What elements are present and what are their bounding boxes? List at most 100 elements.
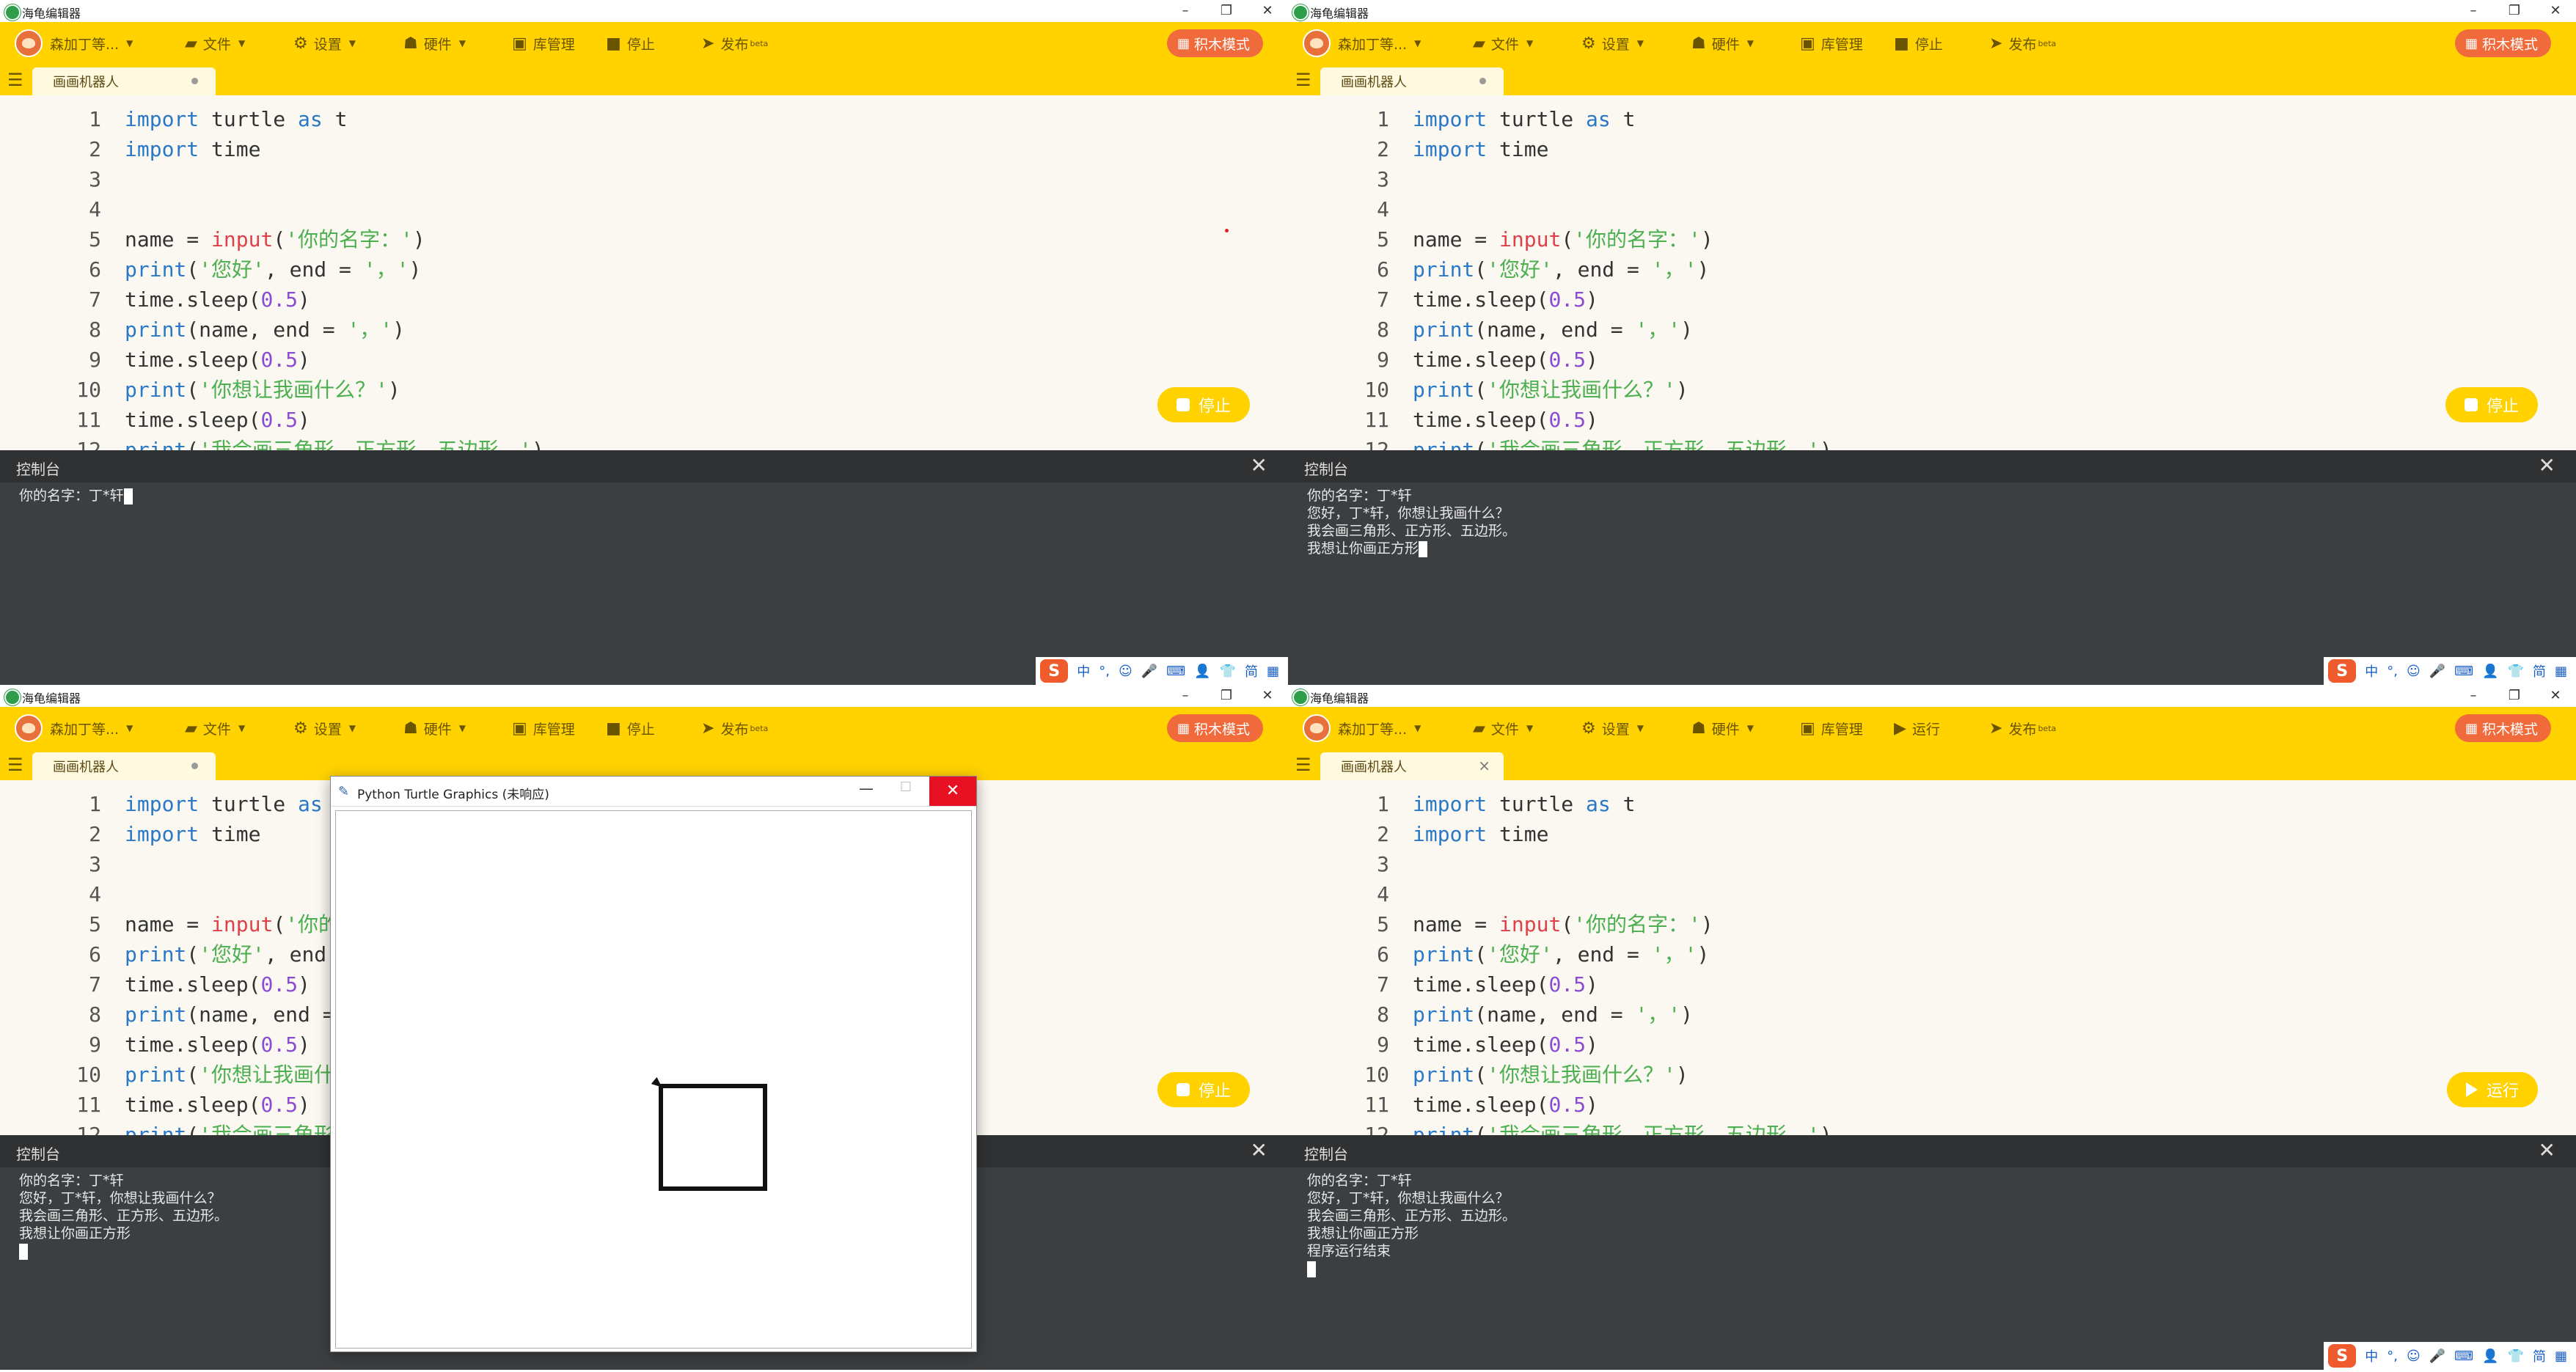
library-button[interactable]: ▣ 库管理 xyxy=(512,22,575,65)
close-window-button[interactable]: ✕ xyxy=(1247,0,1288,22)
settings-menu[interactable]: ⚙ 设置 ▼ xyxy=(293,707,356,749)
ime-item[interactable]: ☺ xyxy=(2407,664,2421,679)
tab-file[interactable]: 画画机器人 xyxy=(32,67,216,95)
tab-file[interactable]: 画画机器人 xyxy=(1320,67,1504,95)
restore-button[interactable]: ❐ xyxy=(1206,685,1247,707)
minimize-button[interactable]: — xyxy=(859,779,874,797)
ime-item[interactable]: 👤 xyxy=(2482,664,2498,679)
close-window-button[interactable]: ✕ xyxy=(929,777,976,806)
menu-icon[interactable]: ☰ xyxy=(7,756,25,774)
ime-item[interactable]: ⌨ xyxy=(2454,1349,2473,1364)
publish-button[interactable]: ➤ 发布 beta xyxy=(1989,22,2056,65)
sogou-logo-icon[interactable]: S xyxy=(1040,659,1069,683)
ime-item[interactable]: ☺ xyxy=(1119,664,1133,679)
floating-run-stop-button[interactable]: 运行 xyxy=(2446,1072,2538,1107)
tab-file[interactable]: 画画机器人 × xyxy=(1320,752,1504,780)
ime-item[interactable]: ⌨ xyxy=(2454,664,2473,679)
library-button[interactable]: ▣ 库管理 xyxy=(512,707,575,749)
restore-button[interactable]: ❐ xyxy=(1206,0,1247,22)
run-stop-button[interactable]: ■ 停止 xyxy=(606,22,655,65)
block-mode-button[interactable]: ▦ 积木模式 xyxy=(2454,714,2551,742)
ime-item[interactable]: 简 xyxy=(2533,661,2546,681)
menu-icon[interactable]: ☰ xyxy=(7,71,25,89)
ime-item[interactable]: 中 xyxy=(2365,1346,2378,1365)
user-menu[interactable]: 森加丁等... ▼ xyxy=(1303,707,1421,749)
ime-item[interactable]: ▦ xyxy=(1267,664,1279,679)
hardware-menu[interactable]: ☗ 硬件 ▼ xyxy=(403,22,466,65)
file-menu[interactable]: ▰ 文件 ▼ xyxy=(185,22,245,65)
minimize-button[interactable]: – xyxy=(1165,0,1206,22)
close-console-icon[interactable]: ✕ xyxy=(1251,453,1267,477)
run-stop-button[interactable]: ■ 停止 xyxy=(1894,22,1943,65)
minimize-button[interactable]: – xyxy=(2453,685,2494,707)
menu-icon[interactable]: ☰ xyxy=(1295,71,1313,89)
ime-item[interactable]: 简 xyxy=(1245,661,1258,681)
code-editor[interactable]: 1 import turtle as t 2 import time 3 4 5 name =… xyxy=(1288,780,2576,1135)
publish-button[interactable]: ➤ 发布 beta xyxy=(701,22,768,65)
file-menu[interactable]: ▰ 文件 ▼ xyxy=(1473,707,1533,749)
ime-item[interactable]: ☺ xyxy=(2407,1349,2421,1364)
block-mode-button[interactable]: ▦ 积木模式 xyxy=(1166,29,1263,57)
hardware-menu[interactable]: ☗ 硬件 ▼ xyxy=(1691,22,1754,65)
code-editor[interactable]: 1 import turtle as t 2 import time 3 4 5 name =… xyxy=(1288,95,2576,450)
console-output[interactable]: 你的名字：丁*轩 xyxy=(0,483,1288,685)
menu-icon[interactable]: ☰ xyxy=(1295,756,1313,774)
sogou-logo-icon[interactable]: S xyxy=(2328,659,2357,683)
library-button[interactable]: ▣ 库管理 xyxy=(1800,22,1863,65)
ime-item[interactable]: ⌨ xyxy=(1166,664,1185,679)
sogou-logo-icon[interactable]: S xyxy=(2328,1344,2357,1368)
publish-button[interactable]: ➤ 发布 beta xyxy=(1989,707,2056,749)
ime-item[interactable]: 🎤 xyxy=(2429,1349,2445,1364)
close-tab-icon[interactable]: × xyxy=(1478,757,1490,774)
tab-file[interactable]: 画画机器人 xyxy=(32,752,216,780)
ime-item[interactable]: 👕 xyxy=(1220,664,1236,679)
settings-menu[interactable]: ⚙ 设置 ▼ xyxy=(1581,707,1644,749)
code-editor[interactable]: 1 import turtle as t 2 import time 3 4 5 name =… xyxy=(0,95,1288,450)
ime-item[interactable]: °, xyxy=(2387,1349,2398,1364)
ime-item[interactable]: 👤 xyxy=(2482,1349,2498,1364)
restore-button[interactable]: ❐ xyxy=(2494,0,2535,22)
run-stop-button[interactable]: ■ 停止 xyxy=(606,707,655,749)
maximize-button[interactable]: ☐ xyxy=(900,779,912,795)
close-console-icon[interactable]: ✕ xyxy=(2539,1138,2555,1162)
user-menu[interactable]: 森加丁等... ▼ xyxy=(15,707,133,749)
console-output[interactable]: 你的名字：丁*轩 您好，丁*轩，你想让我画什么？ 我会画三角形、正方形、五边形。 我想… xyxy=(1288,483,2576,685)
floating-run-stop-button[interactable]: 停止 xyxy=(1157,387,1250,422)
ime-item[interactable]: 中 xyxy=(2365,661,2378,681)
ime-item[interactable]: 中 xyxy=(1077,661,1090,681)
library-button[interactable]: ▣ 库管理 xyxy=(1800,707,1863,749)
ime-item[interactable]: ▦ xyxy=(2555,664,2567,679)
ime-item[interactable]: 👕 xyxy=(2508,664,2524,679)
ime-item[interactable]: 👕 xyxy=(2508,1349,2524,1364)
user-menu[interactable]: 森加丁等... ▼ xyxy=(15,22,133,65)
run-stop-button[interactable]: ▶ 运行 xyxy=(1894,707,1940,749)
publish-button[interactable]: ➤ 发布 beta xyxy=(701,707,768,749)
close-window-button[interactable]: ✕ xyxy=(2535,0,2576,22)
turtle-canvas[interactable] xyxy=(335,810,972,1349)
ime-item[interactable]: 简 xyxy=(2533,1346,2546,1365)
user-menu[interactable]: 森加丁等... ▼ xyxy=(1303,22,1421,65)
minimize-button[interactable]: – xyxy=(2453,0,2494,22)
file-menu[interactable]: ▰ 文件 ▼ xyxy=(185,707,245,749)
floating-run-stop-button[interactable]: 停止 xyxy=(1157,1072,1250,1107)
settings-menu[interactable]: ⚙ 设置 ▼ xyxy=(1581,22,1644,65)
file-menu[interactable]: ▰ 文件 ▼ xyxy=(1473,22,1533,65)
hardware-menu[interactable]: ☗ 硬件 ▼ xyxy=(1691,707,1754,749)
restore-button[interactable]: ❐ xyxy=(2494,685,2535,707)
block-mode-button[interactable]: ▦ 积木模式 xyxy=(2454,29,2551,57)
floating-run-stop-button[interactable]: 停止 xyxy=(2445,387,2538,422)
console-output[interactable]: 你的名字：丁*轩 您好，丁*轩，你想让我画什么？ 我会画三角形、正方形、五边形。 我想… xyxy=(1288,1167,2576,1370)
close-console-icon[interactable]: ✕ xyxy=(1251,1138,1267,1162)
ime-item[interactable]: 👤 xyxy=(1194,664,1210,679)
close-window-button[interactable]: ✕ xyxy=(2535,685,2576,707)
ime-item[interactable]: °, xyxy=(2387,664,2398,679)
ime-item[interactable]: °, xyxy=(1099,664,1110,679)
block-mode-button[interactable]: ▦ 积木模式 xyxy=(1166,714,1263,742)
ime-item[interactable]: 🎤 xyxy=(2429,664,2445,679)
minimize-button[interactable]: – xyxy=(1165,685,1206,707)
close-window-button[interactable]: ✕ xyxy=(1247,685,1288,707)
ime-item[interactable]: 🎤 xyxy=(1141,664,1157,679)
hardware-menu[interactable]: ☗ 硬件 ▼ xyxy=(403,707,466,749)
ime-item[interactable]: ▦ xyxy=(2555,1349,2567,1364)
settings-menu[interactable]: ⚙ 设置 ▼ xyxy=(293,22,356,65)
